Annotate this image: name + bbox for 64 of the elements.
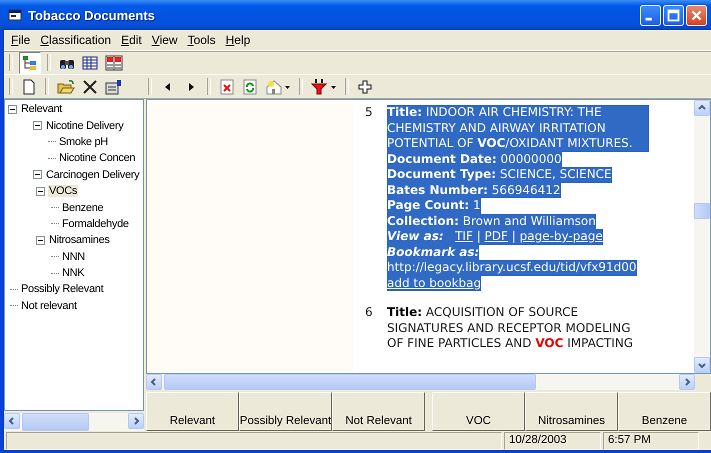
document-field: Page Count: 1	[387, 198, 481, 214]
scrollbar-thumb[interactable]	[694, 202, 710, 219]
classify-button[interactable]: VOC	[432, 392, 525, 431]
minimize-button[interactable]	[640, 4, 661, 26]
view-link[interactable]: PDF	[484, 229, 508, 243]
status-date: 10/28/2003	[504, 432, 601, 450]
separator: |	[476, 229, 482, 243]
menu-item[interactable]: Classification	[35, 33, 116, 47]
document-field: Document Date: 00000000	[387, 152, 562, 167]
tree-item[interactable]: Not relevant	[20, 300, 78, 312]
window-title: Tobacco Documents	[28, 8, 156, 22]
collapse-icon[interactable]	[36, 186, 45, 196]
tree-item[interactable]: Nitrosamines	[48, 234, 111, 246]
tree-item[interactable]: Possibly Relevant	[20, 283, 104, 296]
document-field: Bates Number: 566946412	[387, 182, 561, 198]
menu-item[interactable]: Tools	[182, 33, 221, 47]
classify-button[interactable]: Not Relevant	[332, 392, 425, 431]
classify-button[interactable]: Possibly Relevant	[238, 392, 332, 431]
vertical-scrollbar[interactable]	[694, 100, 710, 373]
close-button[interactable]	[686, 4, 707, 26]
tree-item[interactable]: NNN	[61, 250, 86, 263]
tree-item[interactable]: Nicotine Concen	[58, 152, 136, 164]
tree-item[interactable]: Smoke pH	[58, 136, 109, 148]
classify-button[interactable]: Benzene	[618, 392, 711, 431]
tree-view-icon[interactable]	[19, 52, 41, 74]
classify-button[interactable]: Nitrosamines	[525, 392, 618, 431]
tree-item[interactable]: Relevant	[20, 103, 64, 116]
collapse-icon[interactable]	[33, 121, 42, 130]
bookbag-link[interactable]: add to bookbag	[387, 276, 482, 290]
tree-item[interactable]: Carcinogen Delivery	[45, 168, 140, 181]
menu-item[interactable]: View	[146, 33, 183, 47]
scrollbar-thumb[interactable]	[164, 374, 536, 390]
menu-item[interactable]: Edit	[116, 33, 147, 47]
maximize-button[interactable]	[663, 4, 684, 26]
horizontal-scrollbar[interactable]	[146, 374, 695, 390]
view-link[interactable]: TIF	[455, 229, 473, 243]
document-title: Title: ACQUISITION OF SOURCE SIGNATURES AND RECEPTOR MODELING OF FINE PARTICLES AND VOC IMPACTING	[387, 305, 634, 352]
app-icon	[8, 8, 22, 22]
document-field: Document Type: SCIENCE, SCIENCE	[387, 167, 612, 182]
tree-scrollbar[interactable]	[4, 413, 144, 431]
status-time: 6:57 PM	[603, 432, 699, 450]
bookmark-url: http://legacy.library.ucsf.edu/tid/vfx91d00	[387, 260, 637, 276]
tree-item[interactable]: VOCs	[48, 185, 78, 198]
tree-item[interactable]: Nicotine Delivery	[45, 120, 124, 132]
separator: |	[510, 229, 517, 243]
numbered-grid-icon[interactable]	[103, 52, 125, 72]
collapse-icon[interactable]	[33, 170, 42, 180]
result-number: 6	[365, 305, 374, 321]
view-link[interactable]: page-by-page	[520, 229, 603, 243]
view-as-label: View as:	[387, 229, 444, 243]
document-title: Title: INDOOR AIR CHEMISTRY: THE CHEMISTRY AND AIRWAY IRRITATION POTENTIAL OF VOC/OXIDANT MIXTURES.	[387, 105, 649, 152]
scrollbar-thumb[interactable]	[22, 413, 89, 431]
collapse-icon[interactable]	[8, 104, 17, 114]
filter-dropdown-icon[interactable]	[309, 76, 339, 96]
tree-item[interactable]: NNK	[61, 267, 86, 280]
result-number: 5	[365, 105, 374, 121]
menu-item[interactable]: Help	[220, 33, 256, 47]
tree-item[interactable]: Benzene	[61, 202, 104, 214]
menu-item[interactable]: File	[6, 33, 36, 47]
document-field: Collection: Brown and Williamson	[387, 214, 596, 229]
tree-item[interactable]: Formaldehyde	[61, 218, 130, 230]
bookmark-label: Bookmark as:	[387, 244, 480, 258]
collapse-icon[interactable]	[36, 236, 45, 245]
classify-button[interactable]: Relevant	[146, 392, 239, 431]
